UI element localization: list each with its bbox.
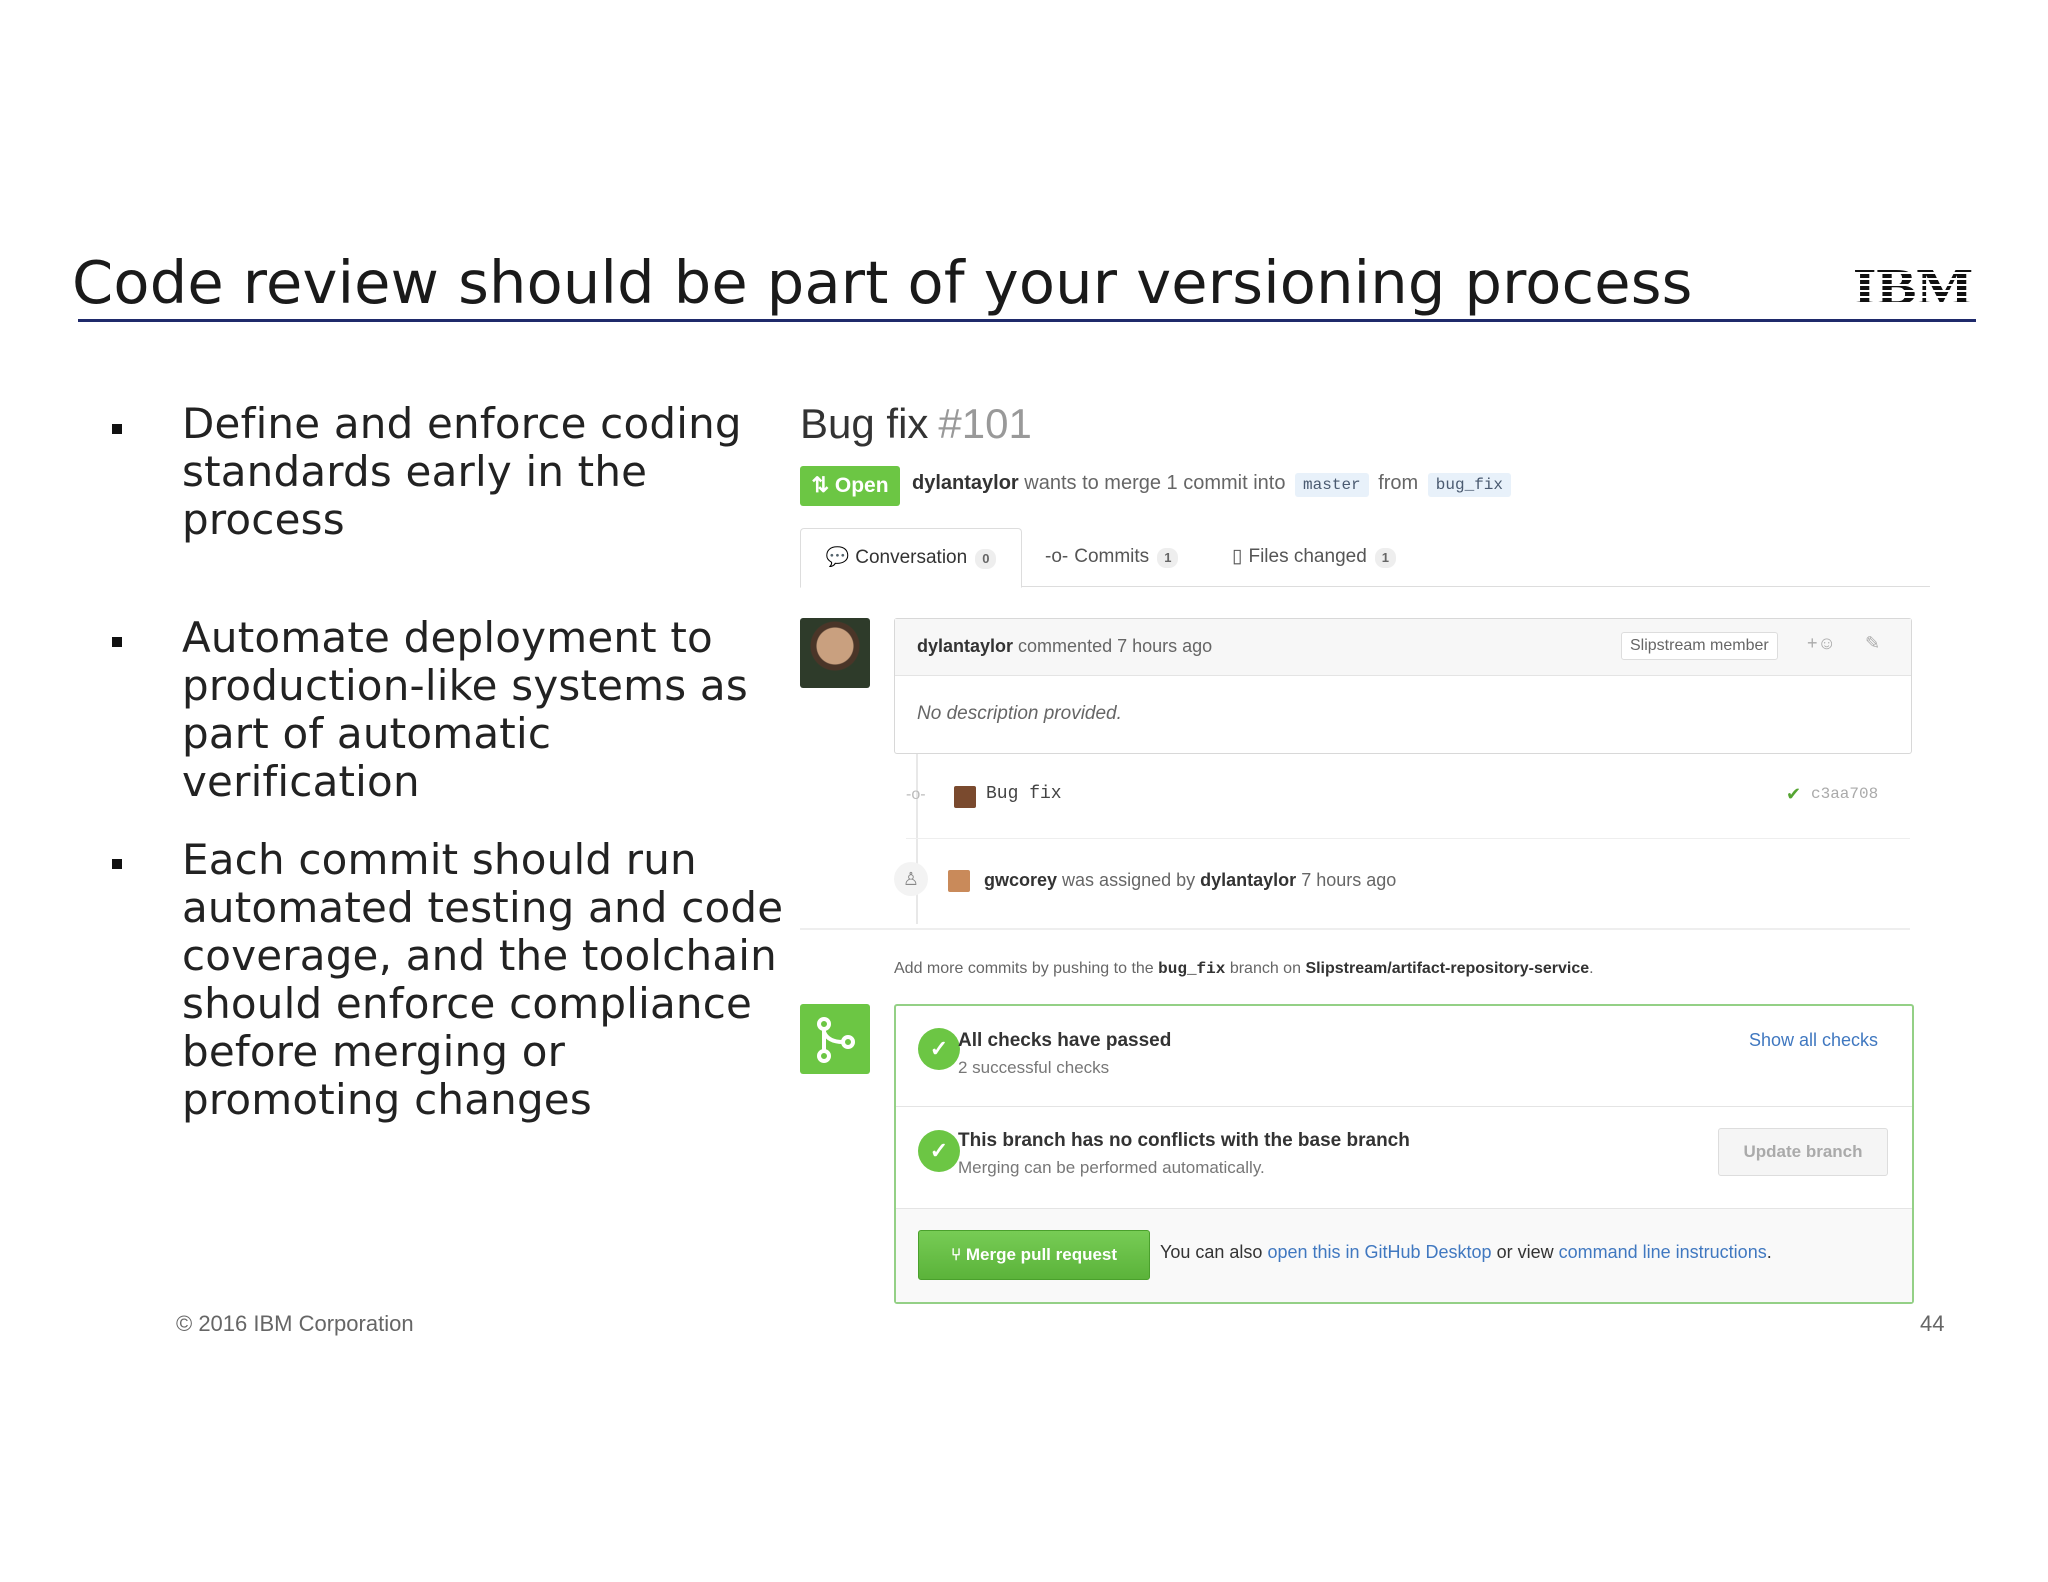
conflicts-subtitle: Merging can be performed automatically. [958,1158,1265,1177]
pr-author[interactable]: dylantaylor [912,472,1019,494]
assignment-event: ♙ gwcorey was assigned by dylantaylor 7 … [894,862,1910,908]
footer-copyright: © 2016 IBM Corporation [176,1311,414,1336]
push-hint: Add more commits by pushing to the bug_f… [894,960,1594,978]
pr-tabs: 💬 Conversation 0 -o- Commits 1 ▯ Files change… [800,528,1930,588]
assignment-verb: was assigned by [1062,870,1196,890]
merge-box: ✓ All checks have passed 2 successful ch… [894,1004,1914,1304]
commit-row: -o- Bug fix ✔ c3aa708 [906,776,1910,822]
bullet-item: Each commit should run automated testing… [182,835,784,1124]
tab-label: Commits [1074,546,1150,567]
timeline-separator [906,838,1910,839]
comment-box: dylantaylor commented 7 hours ago Slipst… [894,618,1912,754]
comment-author: dylantaylor commented 7 hours ago [917,636,1212,657]
merge-note-prefix: You can also [1160,1242,1263,1262]
pull-request-screenshot: Bug fix #101 ⇅ Open dylantaylor wants to … [800,400,1930,1310]
pr-title-text: Bug fix [800,400,929,447]
slide-title: Code review should be part of your versi… [72,248,1693,317]
merge-note-middle: or view [1496,1242,1554,1262]
merge-box-separator [896,1106,1912,1107]
tab-count: 1 [1157,548,1179,568]
tab-label: Conversation [855,547,968,568]
comment-author-name[interactable]: dylantaylor [917,636,1013,656]
avatar[interactable] [800,618,870,688]
pr-state-label: Open [834,474,889,497]
show-all-checks-link[interactable]: Show all checks [1749,1030,1878,1051]
checks-title: All checks have passed [958,1030,1172,1051]
tab-conversation[interactable]: 💬 Conversation 0 [800,528,1022,588]
assignee-avatar[interactable] [948,870,970,892]
merge-pull-request-button[interactable]: ⑂ Merge pull request [918,1230,1150,1280]
bullet-marker [112,637,122,647]
commit-message[interactable]: Bug fix [986,784,1062,804]
merge-footer: ⑂ Merge pull request You can also open t… [896,1208,1912,1302]
push-hint-branch: bug_fix [1158,960,1226,978]
base-branch[interactable]: master [1295,473,1369,497]
tab-label: Files changed [1248,546,1367,567]
command-line-instructions-link[interactable]: command line instructions [1559,1242,1767,1262]
comment-header: dylantaylor commented 7 hours ago Slipst… [895,619,1911,676]
merge-note: You can also open this in GitHub Desktop… [1160,1242,1772,1263]
bullet-marker [112,424,122,434]
git-merge-icon [817,1017,855,1063]
head-branch[interactable]: bug_fix [1427,473,1511,497]
comment-body: No description provided. [917,703,1122,724]
pull-request-icon: ⇅ [811,474,830,497]
person-icon: ♙ [894,862,928,896]
timeline-bottom-rule [800,928,1910,930]
commit-icon: -o- [906,786,926,803]
assignment-text: gwcorey was assigned by dylantaylor 7 ho… [984,870,1396,891]
push-hint-middle: branch on [1229,960,1301,977]
pr-state-badge: ⇅ Open [800,466,900,506]
update-branch-button[interactable]: Update branch [1718,1128,1888,1176]
bullet-marker [112,859,122,869]
check-passed-icon: ✓ [918,1028,960,1070]
bullet-item: Automate deployment to production-like s… [182,613,748,806]
add-reaction-icon[interactable]: +☺ [1807,633,1836,654]
commit-author-avatar[interactable] [954,786,976,808]
tab-commits[interactable]: -o- Commits 1 [1045,528,1179,586]
pr-number: #101 [938,400,1032,447]
github-desktop-link[interactable]: open this in GitHub Desktop [1267,1242,1491,1262]
tab-files-changed[interactable]: ▯ Files changed 1 [1232,528,1396,586]
no-conflicts-icon: ✓ [918,1130,960,1172]
commit-icon: -o- [1045,546,1069,567]
assignee-name[interactable]: gwcorey [984,870,1057,890]
svg-text:IBM: IBM [1853,262,1973,308]
conflicts-title: This branch has no conflicts with the ba… [958,1130,1410,1151]
comment-discussion-icon: 💬 [825,547,850,568]
merge-icon-box [800,1004,870,1074]
pr-meta: dylantaylor wants to merge 1 commit into… [912,472,1515,497]
bullet-item: Define and enforce coding standards earl… [182,399,742,544]
merge-text: wants to merge 1 commit into [1024,472,1286,494]
page-number: 44 [1920,1311,1945,1336]
title-divider [78,319,1976,322]
assigner-name[interactable]: dylantaylor [1200,870,1296,890]
checks-subtitle: 2 successful checks [958,1058,1110,1077]
push-hint-prefix: Add more commits by pushing to the [894,960,1154,977]
merge-note-suffix: . [1766,1242,1772,1262]
member-badge: Slipstream member [1621,632,1778,660]
file-diff-icon: ▯ [1232,546,1243,567]
tab-count: 1 [1374,548,1396,568]
commit-sha[interactable]: c3aa708 [1811,785,1878,803]
tab-count: 0 [975,549,997,569]
comment-action: commented 7 hours ago [1018,636,1213,656]
edit-pencil-icon[interactable]: ✎ [1865,633,1880,654]
merge-footer-separator [896,1208,1912,1209]
push-hint-suffix: . [1589,960,1594,977]
push-hint-repo[interactable]: Slipstream/artifact-repository-service [1305,960,1589,977]
merge-button-label: Merge pull request [965,1245,1118,1264]
from-text: from [1378,472,1419,494]
assignment-time: 7 hours ago [1301,870,1397,890]
check-icon[interactable]: ✔ [1786,784,1801,805]
ibm-logo: IBM [1853,262,1973,308]
git-merge-icon: ⑂ [950,1245,962,1264]
pr-title: Bug fix #101 [800,400,1032,448]
